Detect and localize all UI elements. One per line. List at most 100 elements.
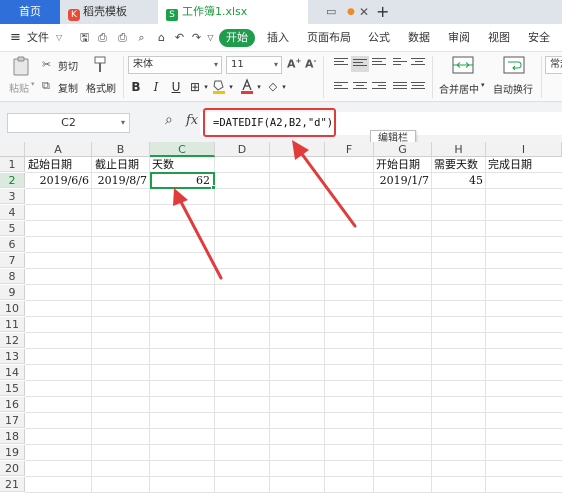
print-icon[interactable]: ⎙ bbox=[116, 31, 129, 44]
font-name-select[interactable]: 宋体 ▾ bbox=[128, 56, 222, 74]
merge-center-button[interactable] bbox=[452, 55, 474, 75]
align-left-icon[interactable] bbox=[334, 82, 348, 94]
orientation-icon[interactable] bbox=[393, 58, 407, 70]
cell-h2[interactable]: 45 bbox=[432, 173, 485, 188]
hamburger-menu-icon[interactable]: ≡ bbox=[10, 24, 21, 52]
row-header[interactable]: 4 bbox=[0, 205, 25, 220]
row-header[interactable]: 18 bbox=[0, 429, 25, 444]
column-header-h[interactable]: H bbox=[432, 142, 486, 157]
chevron-down-icon[interactable]: ▽ bbox=[56, 24, 62, 52]
new-tab-plus-icon[interactable]: + bbox=[376, 0, 389, 24]
column-header-a[interactable]: A bbox=[25, 142, 92, 157]
number-format-select[interactable]: 常规 bbox=[545, 56, 562, 74]
select-all-corner[interactable] bbox=[0, 142, 25, 157]
cell-h1[interactable]: 需要天数 bbox=[434, 157, 486, 172]
name-box[interactable]: C2 ▾ bbox=[7, 113, 130, 133]
cell-b2[interactable]: 2019/8/7 bbox=[92, 173, 149, 188]
paste-button[interactable] bbox=[11, 56, 31, 76]
column-header-b[interactable]: B bbox=[92, 142, 150, 157]
tab-security[interactable]: 安全 bbox=[528, 24, 550, 52]
align-top-icon[interactable] bbox=[334, 58, 348, 70]
cell-b1[interactable]: 截止日期 bbox=[95, 157, 150, 172]
menu-file[interactable]: 文件 bbox=[27, 24, 49, 52]
row-header[interactable]: 17 bbox=[0, 413, 25, 428]
align-bottom-icon[interactable] bbox=[372, 58, 386, 70]
decrease-font-size-icon[interactable]: A- bbox=[305, 57, 316, 71]
underline-button[interactable]: U bbox=[170, 78, 182, 96]
fill-color-icon[interactable] bbox=[212, 78, 226, 96]
cell-a1[interactable]: 起始日期 bbox=[28, 157, 92, 172]
chevron-down-icon[interactable]: ▾ bbox=[255, 78, 263, 96]
cell-a2[interactable]: 2019/6/6 bbox=[25, 173, 91, 188]
column-header-i[interactable]: I bbox=[486, 142, 562, 157]
row-header[interactable]: 7 bbox=[0, 253, 25, 268]
print-preview-icon[interactable]: ⌕ bbox=[135, 31, 148, 44]
distributed-icon[interactable] bbox=[411, 82, 425, 94]
row-header[interactable]: 19 bbox=[0, 445, 25, 460]
row-header[interactable]: 8 bbox=[0, 269, 25, 284]
undo-icon[interactable]: ↶ bbox=[173, 31, 186, 44]
chevron-down-icon[interactable]: ▾ bbox=[202, 78, 210, 96]
bold-button[interactable]: B bbox=[130, 78, 142, 96]
format-brush-icon[interactable]: ⌂ bbox=[155, 31, 168, 44]
spreadsheet-grid[interactable]: A B C D E F G H I 1 2 3 4 5 6 7 8 9 10 1… bbox=[0, 142, 562, 493]
row-header[interactable]: 20 bbox=[0, 461, 25, 476]
row-header[interactable]: 15 bbox=[0, 381, 25, 396]
chevron-down-icon[interactable]: ▾ bbox=[227, 78, 235, 96]
align-middle-icon[interactable] bbox=[351, 56, 369, 72]
borders-icon[interactable]: ⊞ bbox=[188, 78, 202, 96]
chevron-down-icon[interactable]: ▾ bbox=[121, 114, 125, 132]
cell-g2[interactable]: 2019/1/7 bbox=[374, 173, 431, 188]
tab-workbook[interactable]: S 工作簿1.xlsx bbox=[158, 0, 308, 24]
cell-g1[interactable]: 开始日期 bbox=[376, 157, 432, 172]
redo-icon[interactable]: ↷ bbox=[190, 31, 203, 44]
row-header[interactable]: 16 bbox=[0, 397, 25, 412]
row-header[interactable]: 3 bbox=[0, 189, 25, 204]
row-header[interactable]: 9 bbox=[0, 285, 25, 300]
copy-button[interactable]: 复制 bbox=[58, 80, 78, 95]
cell-c1[interactable]: 天数 bbox=[152, 157, 214, 172]
align-right-icon[interactable] bbox=[372, 82, 386, 94]
save-icon[interactable]: 🖫 bbox=[78, 31, 91, 44]
export-pdf-icon[interactable]: ⎙ bbox=[96, 31, 109, 44]
tab-start[interactable]: 开始 bbox=[219, 29, 255, 47]
tab-page-layout[interactable]: 页面布局 bbox=[307, 24, 351, 52]
row-header[interactable]: 13 bbox=[0, 349, 25, 364]
align-center-icon[interactable] bbox=[353, 82, 367, 94]
row-header[interactable]: 1 bbox=[0, 157, 25, 172]
font-color-icon[interactable] bbox=[240, 78, 254, 96]
justify-icon[interactable] bbox=[393, 82, 407, 94]
column-header-g[interactable]: G bbox=[374, 142, 432, 157]
auto-wrap-button[interactable] bbox=[503, 55, 525, 75]
tab-data[interactable]: 数据 bbox=[408, 24, 430, 52]
row-header[interactable]: 21 bbox=[0, 477, 25, 492]
monitor-icon[interactable]: ▭ bbox=[326, 0, 336, 24]
clear-format-icon[interactable]: ◇ bbox=[266, 78, 280, 96]
column-header-d[interactable]: D bbox=[215, 142, 270, 157]
quick-access-dropdown-icon[interactable]: ▽ bbox=[204, 31, 217, 44]
row-header[interactable]: 6 bbox=[0, 237, 25, 252]
tab-insert[interactable]: 插入 bbox=[267, 24, 289, 52]
zoom-search-icon[interactable]: ⌕ bbox=[165, 112, 173, 128]
column-header-f[interactable]: F bbox=[325, 142, 374, 157]
column-header-e[interactable]: E bbox=[270, 142, 325, 157]
chevron-down-icon[interactable]: ▾ bbox=[280, 78, 288, 96]
row-header[interactable]: 5 bbox=[0, 221, 25, 236]
row-header[interactable]: 10 bbox=[0, 301, 25, 316]
row-header[interactable]: 11 bbox=[0, 317, 25, 332]
indent-icon[interactable] bbox=[411, 58, 425, 70]
tab-view[interactable]: 视图 bbox=[488, 24, 510, 52]
increase-font-size-icon[interactable]: A+ bbox=[287, 57, 301, 71]
cell-i1[interactable]: 完成日期 bbox=[488, 157, 562, 172]
insert-function-button[interactable]: fx bbox=[186, 113, 198, 128]
format-painter-button[interactable] bbox=[92, 56, 108, 74]
close-icon[interactable]: ✕ bbox=[359, 0, 369, 24]
tab-review[interactable]: 审阅 bbox=[448, 24, 470, 52]
font-size-select[interactable]: 11 ▾ bbox=[226, 56, 282, 74]
italic-button[interactable]: I bbox=[150, 78, 162, 96]
row-header[interactable]: 12 bbox=[0, 333, 25, 348]
cut-button[interactable]: 剪切 bbox=[58, 58, 78, 73]
fill-handle[interactable] bbox=[211, 185, 216, 190]
tab-template[interactable]: K 稻壳模板 bbox=[60, 0, 158, 24]
row-header[interactable]: 14 bbox=[0, 365, 25, 380]
